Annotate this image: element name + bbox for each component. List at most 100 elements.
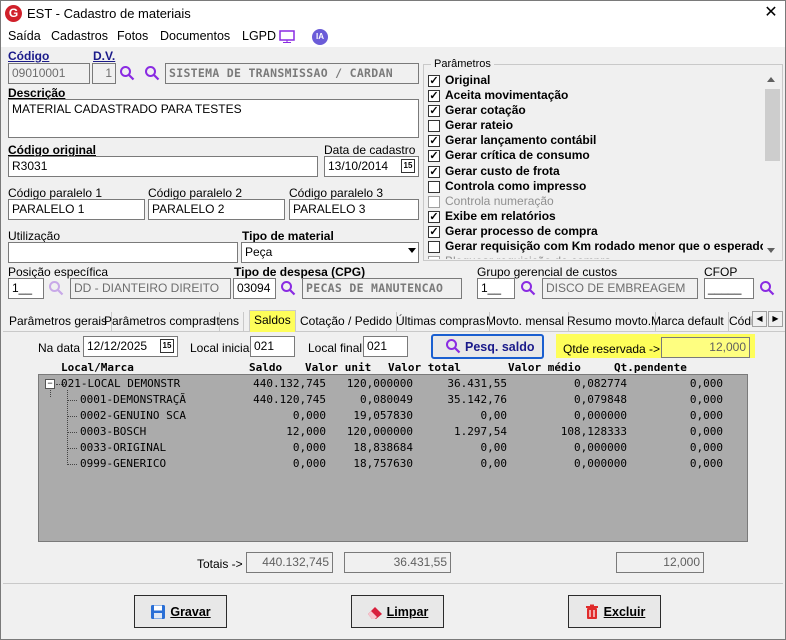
pesq-saldo-button[interactable]: Pesq. saldo bbox=[431, 334, 544, 359]
menu-saida[interactable]: Saída bbox=[8, 29, 41, 43]
cp2-field[interactable]: PARALELO 2 bbox=[148, 199, 285, 220]
dv-field[interactable]: 1 bbox=[92, 63, 116, 84]
checkbox-checked-icon[interactable]: ✓ bbox=[428, 225, 440, 238]
eraser-icon bbox=[367, 604, 383, 620]
checkbox-icon[interactable] bbox=[428, 241, 440, 254]
param-item[interactable]: ✓ Gerar crítica de consumo bbox=[425, 148, 763, 163]
calendar-icon[interactable]: 15 bbox=[401, 159, 415, 173]
calendar-na-data-icon[interactable]: 15 bbox=[160, 339, 174, 353]
limpar-label: Limpar bbox=[386, 604, 429, 619]
cp3-field[interactable]: PARALELO 3 bbox=[289, 199, 419, 220]
excluir-button[interactable]: Excluir bbox=[568, 595, 661, 628]
cfop-field[interactable]: _____ bbox=[704, 278, 754, 299]
param-item[interactable]: Controla numeração bbox=[425, 194, 763, 209]
search-icon[interactable] bbox=[119, 65, 137, 83]
param-item-label: Controla numeração bbox=[445, 193, 554, 208]
checkbox-checked-icon[interactable]: ✓ bbox=[428, 105, 440, 118]
limpar-button[interactable]: Limpar bbox=[351, 595, 444, 628]
scrollbar-thumb[interactable] bbox=[765, 89, 780, 161]
table-row[interactable]: 0999-GENERICO 0,000 18,757630 0,00 0,000000 0… bbox=[38, 457, 748, 473]
param-item[interactable]: ✓ Aceita movimentação bbox=[425, 88, 763, 103]
menu-fotos[interactable]: Fotos bbox=[117, 29, 148, 43]
param-item[interactable]: ✓ Gerar processo de compra bbox=[425, 224, 763, 239]
tipo-material-label: Tipo de material bbox=[242, 229, 334, 243]
search-cfop-icon[interactable] bbox=[759, 280, 777, 298]
param-item[interactable]: Controla como impresso bbox=[425, 179, 763, 194]
checkbox-icon[interactable] bbox=[428, 120, 440, 133]
local-inicial-label: Local inicial bbox=[190, 341, 253, 355]
utilizacao-field[interactable] bbox=[8, 242, 238, 263]
ia-icon[interactable]: IA bbox=[312, 29, 328, 45]
param-item[interactable]: ✓ Gerar lançamento contábil bbox=[425, 133, 763, 148]
qtde-reservada-field: 12,000 bbox=[661, 337, 750, 358]
table-row[interactable]: 021-LOCAL DEMONSTR 440.132,745 120,000000 3… bbox=[38, 377, 748, 393]
table-row[interactable]: 0001-DEMONSTRAÇÃ 440.120,745 0,080049 35.14… bbox=[38, 393, 748, 409]
local-final-field[interactable]: 021 bbox=[363, 336, 408, 357]
checkbox-checked-icon[interactable]: ✓ bbox=[428, 75, 440, 87]
table-row[interactable]: 0033-ORIGINAL 0,000 18,838684 0,00 0,000000 0… bbox=[38, 441, 748, 457]
tab-marca-default[interactable]: Marca default bbox=[647, 312, 729, 332]
checkbox-checked-icon[interactable]: ✓ bbox=[428, 135, 440, 148]
cod-original-field[interactable]: R3031 bbox=[8, 156, 318, 177]
close-button[interactable]: ✕ bbox=[761, 3, 781, 23]
codigo-field[interactable]: 09010001 bbox=[8, 63, 90, 84]
gravar-button[interactable]: Gravar bbox=[134, 595, 227, 628]
checkbox-checked-icon[interactable]: ✓ bbox=[428, 90, 440, 103]
tab-cotacao-pedido[interactable]: Cotação / Pedido bbox=[296, 312, 398, 332]
data-cadastro-value: 13/10/2014 bbox=[328, 159, 389, 173]
tipo-material-select[interactable]: Peça bbox=[241, 242, 419, 263]
tab-scroll-right-icon[interactable]: ▶ bbox=[768, 311, 783, 327]
checkbox-icon[interactable] bbox=[428, 195, 440, 208]
descricao-field[interactable]: MATERIAL CADASTRADO PARA TESTES bbox=[8, 99, 419, 138]
local-inicial-field[interactable]: 021 bbox=[250, 336, 295, 357]
col-qt-pendente: Qt.pendente bbox=[614, 361, 687, 374]
cell-qtpend: 0,000 bbox=[689, 377, 723, 390]
menu-documentos[interactable]: Documentos bbox=[160, 29, 230, 43]
grupo-gerencial-field[interactable]: 1__ bbox=[477, 278, 515, 299]
despesa-label: Tipo de despesa (CPG) bbox=[234, 265, 366, 279]
search-despesa-icon[interactable] bbox=[280, 280, 298, 298]
param-item[interactable]: Gerar requisição com Km rodado menor que… bbox=[425, 239, 763, 254]
tab-itens[interactable]: Itens bbox=[209, 312, 245, 332]
param-item[interactable]: ✓ Gerar custo de frota bbox=[425, 164, 763, 179]
cell-local-marca: 021-LOCAL DEMONSTR bbox=[61, 377, 181, 390]
tree-line bbox=[68, 448, 77, 449]
tab-codigos[interactable]: Códi bbox=[725, 312, 754, 332]
despesa-field[interactable]: 03094 bbox=[233, 278, 276, 299]
menu-cadastros[interactable]: Cadastros bbox=[51, 29, 108, 43]
tab-scroll-left-icon[interactable]: ◀ bbox=[752, 311, 767, 327]
search-group-icon[interactable] bbox=[144, 65, 162, 83]
na-data-label: Na data bbox=[38, 341, 81, 355]
tab-saldos[interactable]: Saldos bbox=[249, 310, 296, 332]
cp1-field[interactable]: PARALELO 1 bbox=[8, 199, 145, 220]
checkbox-checked-icon[interactable]: ✓ bbox=[428, 210, 440, 223]
checkbox-checked-icon[interactable]: ✓ bbox=[428, 150, 440, 163]
tab-movto-mensal[interactable]: Movto. mensal bbox=[482, 312, 570, 332]
param-item[interactable]: ✓ Exibe em relatórios bbox=[425, 209, 763, 224]
checkbox-icon[interactable] bbox=[428, 180, 440, 193]
menu-lgpd[interactable]: LGPD bbox=[242, 29, 276, 43]
posicao-desc: DD - DIANTEIRO DIREITO bbox=[70, 278, 231, 299]
tab-resumo-movto[interactable]: Resumo movto. bbox=[563, 312, 657, 332]
posicao-field[interactable]: 1__ bbox=[8, 278, 44, 299]
scroll-down-icon[interactable] bbox=[767, 248, 775, 253]
param-item-label: Gerar custo de frota bbox=[445, 163, 560, 178]
param-item-label: Gerar rateio bbox=[445, 118, 514, 133]
checkbox-icon[interactable] bbox=[428, 256, 440, 259]
cell-vunit: 19,057830 bbox=[353, 409, 413, 422]
param-item[interactable]: Gerar rateio bbox=[425, 118, 763, 133]
param-item[interactable]: Bloquear requisição de compra bbox=[425, 254, 763, 259]
tab-ultimas-compras[interactable]: Últimas compras bbox=[392, 312, 491, 332]
search-grupo-gerencial-icon[interactable] bbox=[520, 280, 538, 298]
param-item[interactable]: ✓ Original bbox=[425, 73, 763, 88]
search-posicao-icon[interactable] bbox=[48, 280, 66, 298]
table-row[interactable]: 0003-BOSCH 12,000 120,000000 1.297,54 108,12… bbox=[38, 425, 748, 441]
cell-vtotal: 35.142,76 bbox=[447, 393, 507, 406]
tab-parametros-compras[interactable]: Parâmetros compras bbox=[100, 312, 221, 332]
param-item[interactable]: ✓ Gerar cotação bbox=[425, 103, 763, 118]
scroll-up-icon[interactable] bbox=[767, 77, 775, 82]
tab-parametros-gerais[interactable]: Parâmetros gerais bbox=[5, 312, 113, 332]
monitor-icon[interactable] bbox=[279, 30, 295, 43]
checkbox-checked-icon[interactable]: ✓ bbox=[428, 165, 440, 178]
table-row[interactable]: 0002-GENUINO SCA 0,000 19,057830 0,00 0,0000… bbox=[38, 409, 748, 425]
